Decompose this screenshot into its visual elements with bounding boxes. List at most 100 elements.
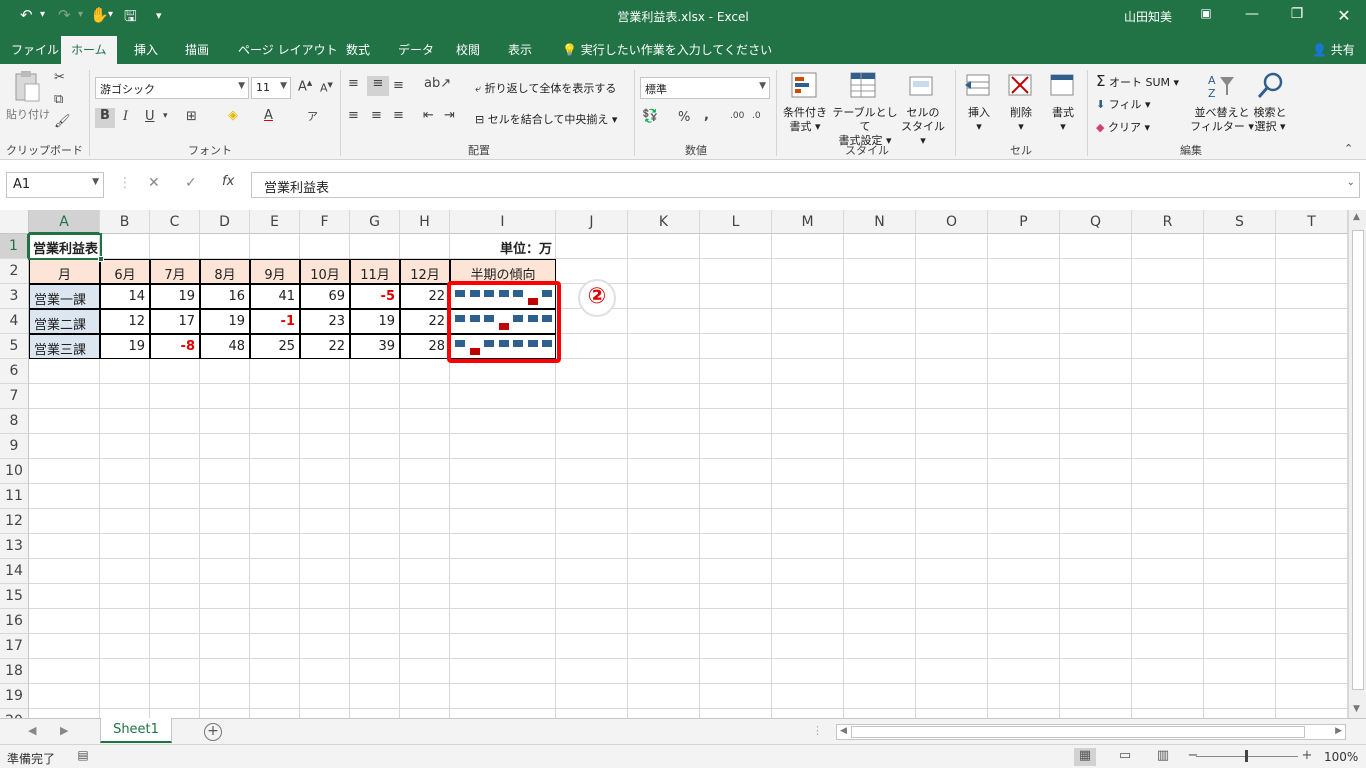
row-header[interactable]: 8 xyxy=(0,409,29,434)
comma-button[interactable]: , xyxy=(704,108,709,123)
align-center-icon[interactable]: ≡ xyxy=(371,108,382,123)
column-header[interactable]: L xyxy=(700,210,772,234)
value-cell[interactable]: 19 xyxy=(350,309,400,334)
column-header[interactable]: J xyxy=(556,210,628,234)
share-button[interactable]: 👤 共有 xyxy=(1312,41,1355,58)
column-header[interactable]: I xyxy=(450,210,556,234)
column-header[interactable]: T xyxy=(1276,210,1348,234)
align-right-icon[interactable]: ≡ xyxy=(393,108,404,123)
tab-home[interactable]: ホーム xyxy=(61,36,117,64)
column-header[interactable]: K xyxy=(628,210,700,234)
find-select-icon[interactable] xyxy=(1256,71,1286,101)
chevron-down-icon[interactable]: ▾ xyxy=(163,111,168,121)
fill-handle[interactable] xyxy=(98,256,104,262)
column-header[interactable]: G xyxy=(350,210,400,234)
column-header[interactable]: B xyxy=(100,210,150,234)
page-layout-view-icon[interactable]: ▭ xyxy=(1114,748,1136,766)
tell-me-box[interactable]: 💡 実行したい作業を入力してください xyxy=(562,41,772,58)
row-header[interactable]: 7 xyxy=(0,384,29,409)
delete-cells-button[interactable]: 削除 ▾ xyxy=(1004,106,1038,134)
row-header[interactable]: 16 xyxy=(0,609,29,634)
tab-split-handle-icon[interactable]: ⋮ xyxy=(812,724,823,737)
phonetic-icon[interactable]: ア xyxy=(307,108,318,124)
prev-sheet-icon[interactable]: ◀ xyxy=(28,724,36,737)
tab-draw[interactable]: 描画 xyxy=(185,41,209,58)
row-header[interactable]: 6 xyxy=(0,359,29,384)
value-cell[interactable]: -1 xyxy=(250,309,300,334)
clear-button[interactable]: ◆ クリア ▾ xyxy=(1096,119,1150,135)
column-header[interactable]: R xyxy=(1132,210,1204,234)
increase-indent-icon[interactable]: ⇥ xyxy=(444,108,455,123)
value-cell[interactable]: 12 xyxy=(100,309,150,334)
table-header-cell[interactable]: 6月 xyxy=(100,259,150,284)
conditional-format-icon[interactable] xyxy=(790,71,820,101)
value-cell[interactable]: -8 xyxy=(150,334,200,359)
zoom-out-icon[interactable]: − xyxy=(1182,748,1204,766)
tab-review[interactable]: 校閲 xyxy=(456,41,480,58)
row-header[interactable]: 2 xyxy=(0,259,29,284)
horizontal-scrollbar[interactable]: ◀ ▶ xyxy=(836,724,1346,740)
row-header[interactable]: 20 xyxy=(0,709,29,718)
table-header-cell[interactable]: 7月 xyxy=(150,259,200,284)
italic-button[interactable]: I xyxy=(123,109,128,124)
delete-cells-icon[interactable] xyxy=(1006,71,1036,101)
value-cell[interactable]: -5 xyxy=(350,284,400,309)
vertical-scroll-thumb[interactable] xyxy=(1352,230,1364,690)
align-bottom-icon[interactable]: ≡ xyxy=(393,78,404,93)
value-cell[interactable]: 19 xyxy=(100,334,150,359)
zoom-in-icon[interactable]: + xyxy=(1296,748,1318,766)
paste-button[interactable]: 貼り付け xyxy=(6,106,50,122)
value-cell[interactable]: 69 xyxy=(300,284,350,309)
value-cell[interactable]: 14 xyxy=(100,284,150,309)
column-header[interactable]: A xyxy=(29,210,100,234)
formula-input[interactable]: 営業利益表 ⌄ xyxy=(251,172,1360,198)
tab-insert[interactable]: 挿入 xyxy=(134,41,158,58)
merge-center-button[interactable]: ⊟ セルを結合して中央揃え ▾ xyxy=(475,111,617,127)
scroll-down-icon[interactable]: ▼ xyxy=(1353,704,1360,714)
borders-icon[interactable]: ⊞ xyxy=(186,109,197,124)
horizontal-scroll-thumb[interactable] xyxy=(851,726,1305,738)
next-sheet-icon[interactable]: ▶ xyxy=(60,724,68,737)
font-name-combo[interactable]: 游ゴシック ▼ xyxy=(95,77,249,99)
name-box[interactable]: A1 ▼ xyxy=(6,172,104,198)
value-cell[interactable]: 39 xyxy=(350,334,400,359)
ribbon-display-options-icon[interactable]: ▣ xyxy=(1196,6,1216,20)
column-header[interactable]: N xyxy=(844,210,916,234)
cut-icon[interactable]: ✂ xyxy=(54,70,65,85)
cancel-icon[interactable]: ✕ xyxy=(148,175,160,191)
scroll-left-icon[interactable]: ◀ xyxy=(840,726,847,736)
restore-button[interactable]: ❐ xyxy=(1287,6,1307,22)
align-top-icon[interactable]: ≡ xyxy=(348,76,359,91)
worksheet-grid[interactable]: A B C D E F G H I J K L M N O P Q R S T 1 2 3 4 5 6 7 8 9 10 11 12 13 14 1… xyxy=(0,210,1348,718)
wrap-text-button[interactable]: ⤶ 折り返して全体を表示する xyxy=(475,80,616,96)
value-cell[interactable]: 41 xyxy=(250,284,300,309)
sheet-tab-sheet1[interactable]: Sheet1 xyxy=(100,718,172,743)
close-button[interactable]: ✕ xyxy=(1334,6,1354,25)
format-painter-icon[interactable]: 🖌 xyxy=(54,114,71,129)
orientation-icon[interactable]: ab↗ xyxy=(424,76,451,91)
row-header[interactable]: 3 xyxy=(0,284,29,309)
copy-icon[interactable]: ⧉ xyxy=(54,92,63,107)
row-header[interactable]: 9 xyxy=(0,434,29,459)
fill-color-icon[interactable]: ◈ xyxy=(228,108,238,123)
row-header[interactable]: 12 xyxy=(0,509,29,534)
paste-icon[interactable] xyxy=(12,70,42,104)
unit-cell[interactable]: 単位：万 xyxy=(450,234,556,259)
column-header[interactable]: S xyxy=(1204,210,1276,234)
value-cell[interactable]: 25 xyxy=(250,334,300,359)
cell-styles-button[interactable]: セルの スタイル ▾ xyxy=(898,106,948,148)
select-all-corner[interactable] xyxy=(0,210,29,234)
value-cell[interactable]: 48 xyxy=(200,334,250,359)
align-left-icon[interactable]: ≡ xyxy=(348,108,359,123)
collapse-ribbon-icon[interactable]: ⌃ xyxy=(1344,142,1353,155)
number-format-combo[interactable]: 標準 ▼ xyxy=(640,77,770,99)
value-cell[interactable]: 17 xyxy=(150,309,200,334)
currency-icon[interactable]: 💱 xyxy=(642,109,658,124)
table-header-cell[interactable]: 10月 xyxy=(300,259,350,284)
table-header-cell[interactable]: 月 xyxy=(29,259,100,284)
fill-button[interactable]: ⬇ フィル ▾ xyxy=(1096,96,1151,112)
increase-decimal-icon[interactable]: .00 xyxy=(730,111,744,121)
format-cells-icon[interactable] xyxy=(1048,71,1078,101)
column-header[interactable]: E xyxy=(250,210,300,234)
conditional-format-button[interactable]: 条件付き 書式 ▾ xyxy=(780,106,830,134)
